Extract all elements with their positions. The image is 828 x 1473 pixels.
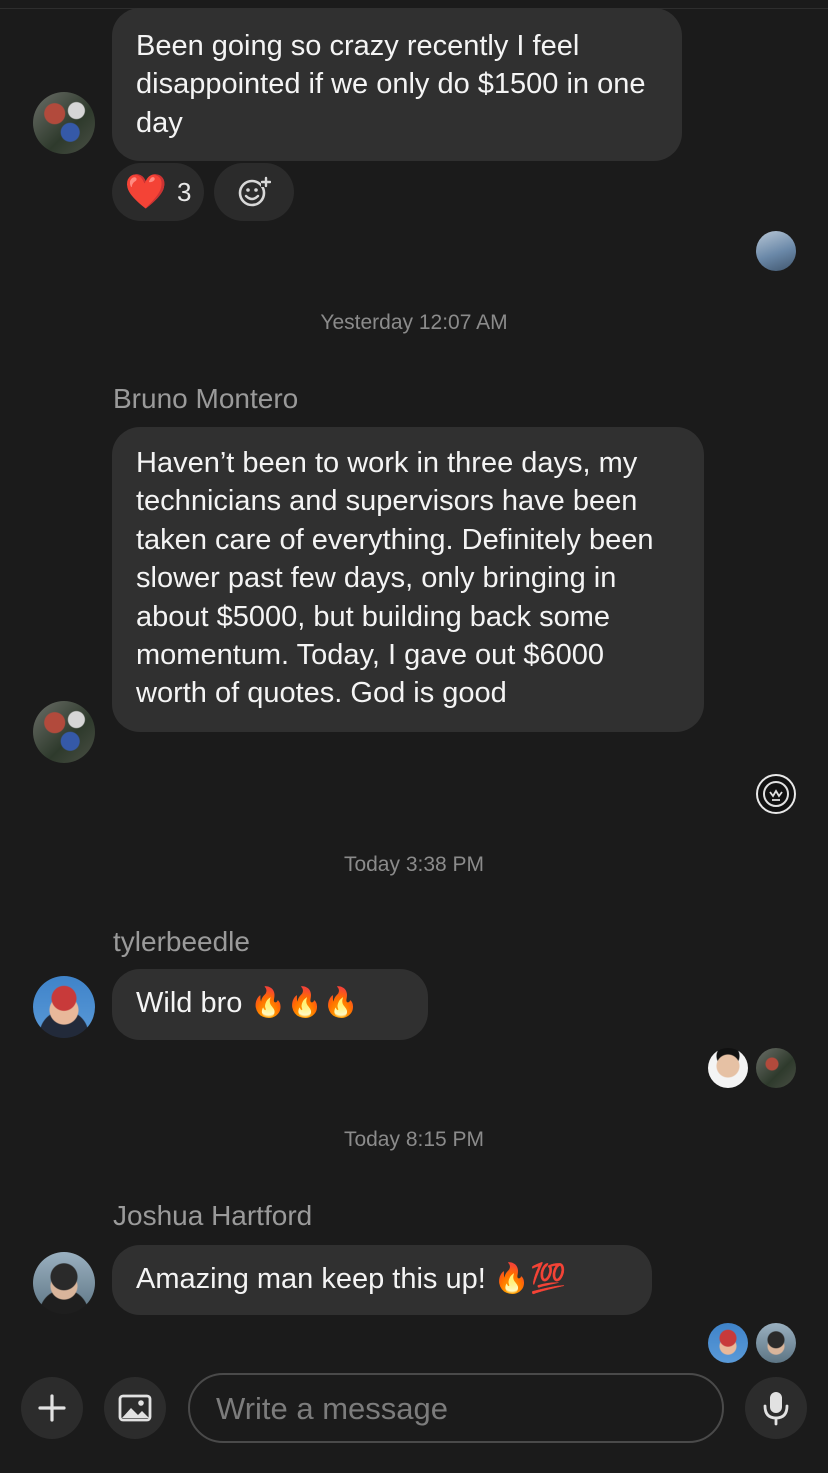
add-reaction-button[interactable] — [214, 163, 294, 221]
lion-logo-icon — [763, 781, 789, 807]
seen-avatar — [756, 1323, 796, 1363]
avatar-bruno-montero[interactable] — [33, 701, 95, 763]
add-attachment-button[interactable] — [21, 1377, 83, 1439]
timestamp: Yesterday 12:07 AM — [320, 311, 508, 334]
message-bubble[interactable]: Haven’t been to work in three days, my t… — [112, 427, 704, 732]
message-text: Haven’t been to work in three days, my t… — [136, 447, 654, 710]
message-text: Been going so crazy recently I feel disa… — [136, 30, 646, 139]
sender-name: Joshua Hartford — [113, 1200, 313, 1231]
message-text: Wild bro 🔥🔥🔥 — [136, 987, 359, 1019]
message-bubble[interactable]: Been going so crazy recently I feel disa… — [112, 8, 682, 162]
seen-avatar — [756, 1048, 796, 1088]
reaction-heart-pill[interactable]: ❤️ 3 — [112, 163, 204, 221]
add-image-button[interactable] — [104, 1377, 166, 1439]
seen-avatar — [756, 231, 796, 271]
image-icon — [118, 1394, 152, 1422]
plus-icon — [38, 1394, 66, 1422]
message-bubble[interactable]: Amazing man keep this up! 🔥💯 — [112, 1245, 652, 1315]
avatar-bruno-montero[interactable] — [33, 92, 95, 154]
message-bubble[interactable]: Wild bro 🔥🔥🔥 — [112, 969, 428, 1040]
seen-avatar — [708, 1323, 748, 1363]
avatar-tylerbeedle[interactable] — [33, 976, 95, 1038]
voice-message-button[interactable] — [745, 1377, 807, 1439]
seen-avatar — [756, 774, 796, 814]
timestamp: Today 8:15 PM — [343, 1128, 485, 1151]
seen-avatar — [708, 1048, 748, 1088]
reaction-count: 3 — [176, 176, 192, 207]
avatar-joshua-hartford[interactable] — [33, 1252, 95, 1314]
add-reaction-icon — [238, 176, 271, 207]
microphone-icon — [763, 1392, 789, 1426]
sender-name: Bruno Montero — [113, 383, 299, 414]
timestamp: Today 3:38 PM — [343, 853, 485, 876]
heart-icon: ❤️ — [124, 173, 167, 211]
message-text: Amazing man keep this up! 🔥💯 — [136, 1263, 567, 1295]
message-input[interactable] — [214, 1375, 698, 1443]
sender-name: tylerbeedle — [113, 926, 250, 957]
message-input-container[interactable] — [188, 1373, 724, 1443]
